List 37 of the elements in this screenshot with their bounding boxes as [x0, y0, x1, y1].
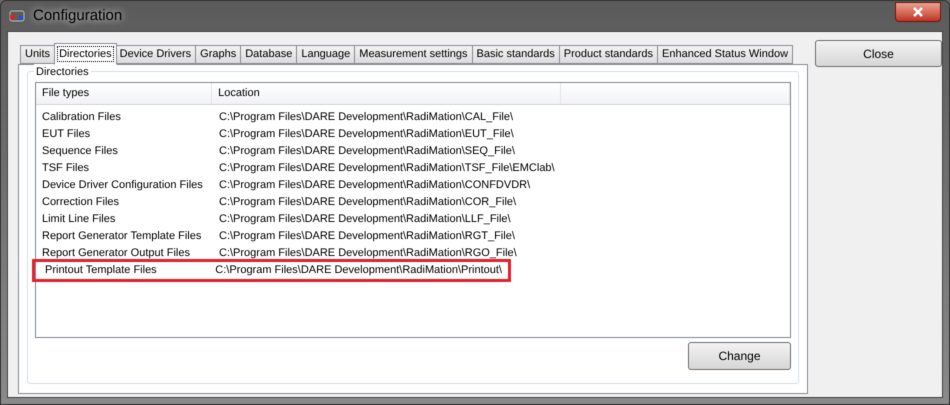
tab[interactable]: Language: [297, 45, 356, 64]
table-cell-text: C:\Program Files\DARE Development\RadiMation\TSF_File\EMClab\: [218, 161, 556, 176]
table-cell-text: C:\Program Files\DARE Development\RadiMation\EUT_File\: [218, 127, 515, 142]
app-icon: [9, 8, 25, 24]
table-cell-text: Sequence Files: [41, 144, 119, 160]
close-button[interactable]: Close: [815, 40, 942, 67]
tab[interactable]: Graphs: [196, 45, 242, 64]
tab[interactable]: Product standards: [560, 45, 658, 64]
tab[interactable]: Device Drivers: [116, 45, 196, 64]
table-cell-text: C:\Program Files\DARE Development\RadiMation\LLF_File\: [218, 212, 512, 228]
table-cell-text: C:\Program Files\DARE Development\RadiMation\Printout\: [214, 263, 503, 278]
table-cell-text: C:\Program Files\DARE Development\RadiMation\CAL_File\: [218, 110, 514, 126]
tab[interactable]: Units: [20, 45, 56, 64]
tab[interactable]: Enhanced Status Window: [658, 45, 794, 64]
column-header[interactable]: File types: [36, 83, 212, 104]
tab[interactable]: Database: [241, 45, 298, 64]
tab[interactable]: Measurement settings: [355, 45, 472, 64]
table-cell-text: Correction Files: [41, 195, 120, 210]
table-cell-text: Report Generator Output Files: [41, 246, 191, 262]
table-cell-text: Limit Line Files: [41, 212, 116, 228]
table-cell-text: EUT Files: [41, 127, 92, 142]
table-cell-text: TSF Files: [41, 161, 90, 176]
change-button[interactable]: Change: [688, 342, 791, 370]
tab[interactable]: Directories: [54, 43, 117, 65]
table-cell-text: Calibration Files: [41, 110, 122, 126]
table-cell-text: Report Generator Template Files: [41, 229, 202, 244]
table-cell-text: C:\Program Files\DARE Development\RadiMation\RGT_File\: [218, 229, 516, 244]
table-cell-text: C:\Program Files\DARE Development\RadiMation\COR_File\: [218, 195, 518, 210]
close-icon[interactable]: [895, 2, 941, 22]
table-cell-text: Printout Template Files: [44, 263, 158, 278]
table-cell-text: C:\Program Files\DARE Development\RadiMation\CONFDVDR\: [218, 178, 532, 194]
table-cell-text: C:\Program Files\DARE Development\RadiMation\RGO_File\: [218, 246, 518, 262]
table-cell-text: Device Driver Configuration Files: [41, 178, 204, 194]
column-header[interactable]: Location: [212, 83, 562, 104]
window-title: Configuration: [33, 6, 122, 26]
tab[interactable]: Basic standards: [472, 45, 560, 64]
table-cell-text: C:\Program Files\DARE Development\RadiMation\SEQ_File\: [218, 144, 516, 160]
